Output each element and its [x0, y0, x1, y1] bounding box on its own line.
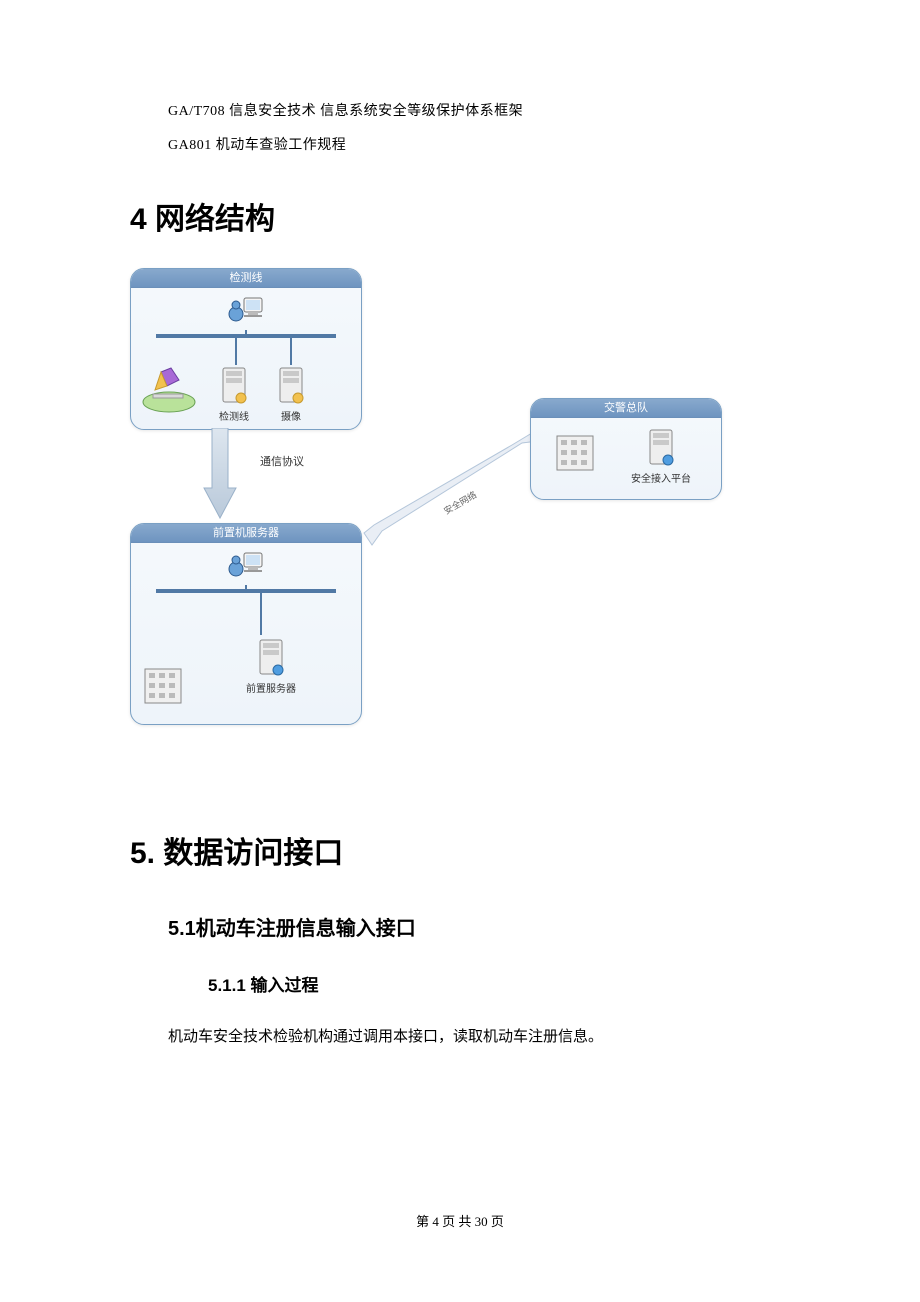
panel-title-front-server: 前置机服务器 — [131, 524, 361, 543]
label-server-platform: 安全接入平台 — [631, 470, 691, 485]
page: GA/T708 信息安全技术 信息系统安全等级保护体系框架 GA801 机动车查… — [0, 0, 920, 1091]
server-detect-icon: 检测线 — [219, 366, 249, 423]
label-server-camera: 摄像 — [281, 408, 301, 423]
heading-section-5-1: 5.1机动车注册信息输入接口 — [168, 912, 790, 941]
panel-body: 检测线 摄像 — [131, 288, 361, 430]
server-front-icon: 前置服务器 — [246, 638, 296, 695]
diagram-panel-detect-line: 检测线 — [130, 268, 362, 430]
building-hq-icon — [553, 430, 599, 476]
label-server-front: 前置服务器 — [246, 680, 296, 695]
server-platform-icon: 安全接入平台 — [631, 428, 691, 485]
site-icon — [141, 366, 197, 414]
server-camera-icon: 摄像 — [276, 366, 306, 423]
terminal-icon — [226, 294, 266, 328]
panel-body: 前置服务器 — [131, 543, 361, 725]
label-server-detect: 检测线 — [219, 408, 249, 423]
building-icon — [141, 663, 187, 709]
reference-line-1: GA/T708 信息安全技术 信息系统安全等级保护体系框架 — [168, 100, 790, 120]
diagram-panel-police-hq: 交警总队 — [530, 398, 722, 500]
terminal-icon — [226, 549, 266, 583]
heading-section-5: 5. 数据访问接口 — [130, 828, 790, 872]
page-footer: 第 4 页 共 30 页 — [0, 1211, 920, 1230]
body-text-5-1-1: 机动车安全技术检验机构通过调用本接口，读取机动车注册信息。 — [168, 1024, 790, 1051]
panel-title-detect-line: 检测线 — [131, 269, 361, 288]
reference-line-2: GA801 机动车查验工作规程 — [168, 134, 790, 154]
heading-section-4: 4 网络结构 — [130, 194, 790, 238]
heading-section-5-1-1: 5.1.1 输入过程 — [208, 971, 790, 996]
arrow-protocol-icon — [200, 428, 240, 528]
diagram-panel-front-server: 前置机服务器 — [130, 523, 362, 725]
label-edge-protocol: 通信协议 — [260, 453, 304, 469]
network-diagram: 检测线 — [130, 268, 730, 748]
panel-title-police-hq: 交警总队 — [531, 399, 721, 418]
panel-body: 安全接入平台 — [531, 418, 721, 500]
